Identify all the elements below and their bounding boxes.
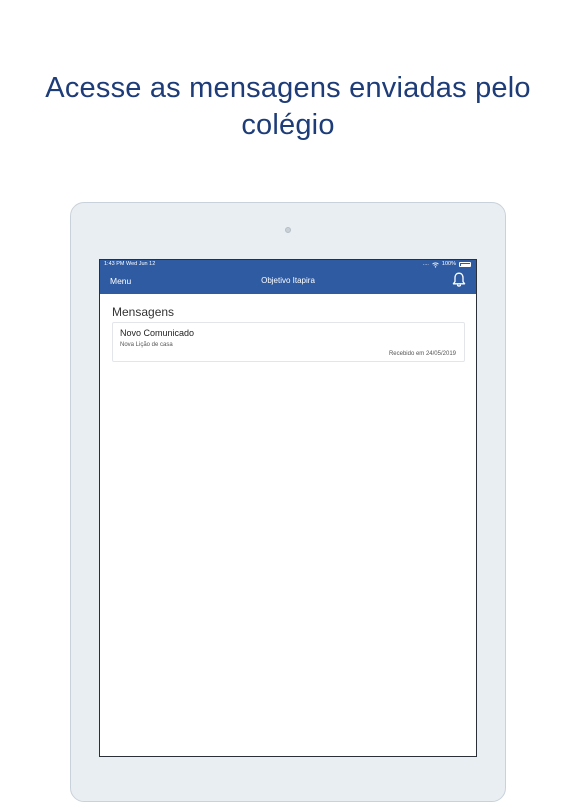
message-title: Novo Comunicado <box>120 328 195 338</box>
battery-fill <box>460 263 470 266</box>
status-time: 1:43 PM Wed Jun 12 <box>104 261 156 267</box>
menu-button[interactable]: Menu <box>110 275 131 287</box>
section-title: Mensagens <box>112 305 175 319</box>
headline-line-2: colégio <box>241 109 335 141</box>
status-bar: 1:43 PM Wed Jun 12 .... 100% <box>100 260 476 269</box>
signal-dots: .... <box>422 261 429 267</box>
battery-icon <box>459 262 471 267</box>
bell-icon[interactable] <box>452 272 466 288</box>
headline-line-1: Acesse as mensagens enviadas pelo <box>45 72 531 104</box>
wifi-icon <box>432 262 439 268</box>
message-subtitle: Nova Lição de casa <box>120 342 173 348</box>
status-right: .... 100% <box>423 260 471 269</box>
tablet-frame: 1:43 PM Wed Jun 12 .... 100% Menu Objeti… <box>70 202 506 802</box>
promo-headline: Acesse as mensagens enviadas pelo colégi… <box>0 70 576 144</box>
camera-icon <box>285 227 291 233</box>
battery-percent: 100% <box>441 261 456 267</box>
app-bar: 1:43 PM Wed Jun 12 .... 100% Menu Objeti… <box>100 260 476 294</box>
message-date: Recebido em 24/05/2019 <box>388 351 456 357</box>
message-card[interactable]: Novo Comunicado Nova Lição de casa Receb… <box>112 322 465 362</box>
app-title: Objetivo Itapira <box>261 276 315 285</box>
device-screen: 1:43 PM Wed Jun 12 .... 100% Menu Objeti… <box>99 259 477 757</box>
